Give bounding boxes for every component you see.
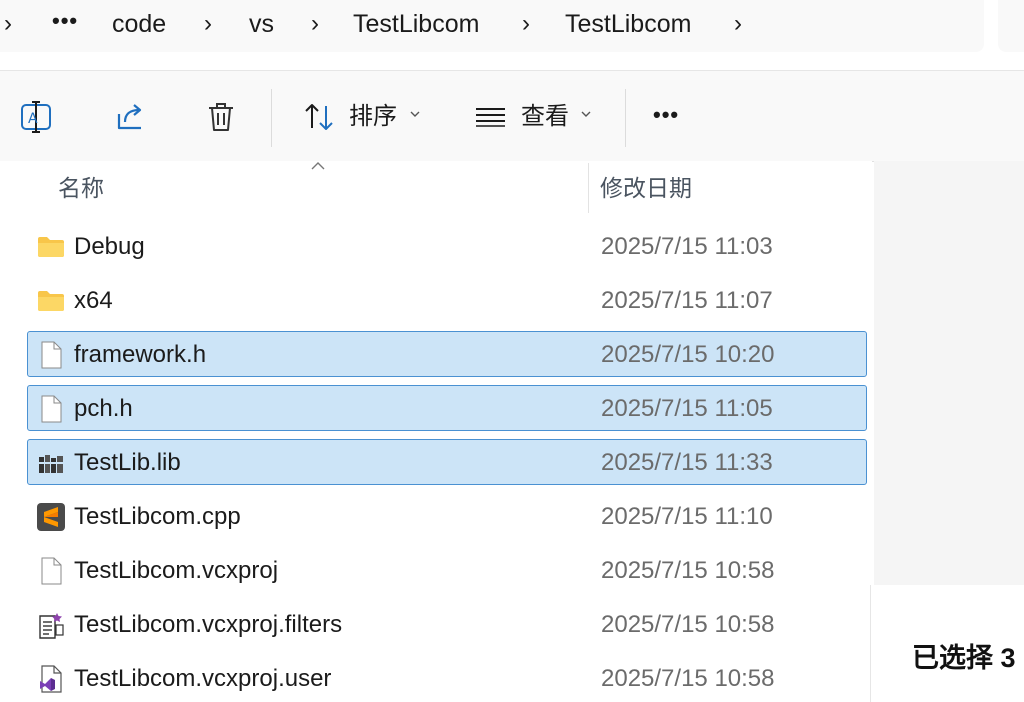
file-date: 2025/7/15 10:58 xyxy=(601,665,775,692)
chevron-down-icon[interactable] xyxy=(579,107,593,121)
sort-ascending-icon xyxy=(311,162,325,170)
library-icon xyxy=(39,455,63,473)
file-icon xyxy=(41,395,62,423)
list-item[interactable]: TestLibcom.vcxproj.user 2025/7/15 10:58 xyxy=(27,655,867,701)
file-list: 名称 修改日期 Debug 2025/7/15 11:03 x64 2025/7… xyxy=(0,161,872,702)
file-name: pch.h xyxy=(74,395,133,422)
file-date: 2025/7/15 11:10 xyxy=(601,503,773,530)
chevron-down-icon[interactable] xyxy=(408,107,422,121)
list-item[interactable]: TestLibcom.vcxproj 2025/7/15 10:58 xyxy=(27,547,867,593)
folder-icon xyxy=(38,291,64,311)
file-name: TestLibcom.vcxproj.filters xyxy=(74,611,343,638)
sort-button[interactable]: 排序 xyxy=(349,101,397,133)
more-options-button[interactable]: ••• xyxy=(653,99,679,131)
breadcrumb-item-testlibcom[interactable]: TestLibcom xyxy=(353,6,479,42)
search-box[interactable] xyxy=(998,0,1024,52)
rename-icon[interactable]: A xyxy=(18,99,54,135)
vs-user-icon xyxy=(40,665,62,693)
column-header-date-modified[interactable]: 修改日期 xyxy=(600,171,692,205)
file-name: x64 xyxy=(74,287,113,314)
file-explorer-window: › ••• code › vs › TestLibcom › TestLibco… xyxy=(0,0,1024,702)
sublime-icon xyxy=(37,503,65,531)
chevron-right-icon[interactable]: › xyxy=(4,6,12,42)
file-date: 2025/7/15 10:58 xyxy=(601,557,775,584)
sort-icon[interactable] xyxy=(301,99,337,135)
list-item[interactable]: Debug 2025/7/15 11:03 xyxy=(27,223,867,269)
file-icon xyxy=(41,341,62,369)
file-date: 2025/7/15 11:05 xyxy=(601,395,773,422)
svg-text:A: A xyxy=(28,111,38,127)
file-name: framework.h xyxy=(74,341,207,368)
share-icon[interactable] xyxy=(112,99,148,135)
column-divider[interactable] xyxy=(588,163,589,213)
file-name: Debug xyxy=(74,233,145,260)
address-bar-area: › ••• code › vs › TestLibcom › TestLibco… xyxy=(0,0,1024,70)
list-item[interactable]: TestLibcom.vcxproj.filters 2025/7/15 10:… xyxy=(27,601,867,647)
details-pane xyxy=(874,161,1024,585)
chevron-right-icon[interactable]: › xyxy=(311,6,319,42)
breadcrumb-item-code[interactable]: code xyxy=(112,6,166,42)
chevron-right-icon[interactable]: › xyxy=(734,6,742,42)
file-name: TestLibcom.vcxproj xyxy=(74,557,279,584)
list-item[interactable]: TestLibcom.cpp 2025/7/15 11:10 xyxy=(27,493,867,539)
toolbar-divider xyxy=(625,89,626,147)
breadcrumb-item-testlibcom-current[interactable]: TestLibcom xyxy=(565,6,691,42)
delete-icon[interactable] xyxy=(203,99,239,135)
command-bar: A 排序 查看 ••• xyxy=(0,70,1024,162)
folder-icon xyxy=(38,237,64,257)
filters-icon xyxy=(39,613,64,639)
view-icon[interactable] xyxy=(472,99,508,135)
toolbar-divider xyxy=(271,89,272,147)
chevron-right-icon[interactable]: › xyxy=(204,6,212,42)
file-date: 2025/7/15 11:07 xyxy=(601,287,773,314)
list-item[interactable]: x64 2025/7/15 11:07 xyxy=(27,277,867,323)
file-name: TestLibcom.cpp xyxy=(74,503,241,530)
file-date: 2025/7/15 10:20 xyxy=(601,341,775,368)
file-date: 2025/7/15 11:33 xyxy=(601,449,773,476)
breadcrumb-item-vs[interactable]: vs xyxy=(249,6,274,42)
file-name: TestLib.lib xyxy=(74,449,181,476)
file-date: 2025/7/15 11:03 xyxy=(601,233,773,260)
list-item[interactable]: pch.h 2025/7/15 11:05 xyxy=(27,385,867,431)
file-icon xyxy=(41,557,62,585)
file-date: 2025/7/15 10:58 xyxy=(601,611,775,638)
selection-status: 已选择 3 xyxy=(912,643,1016,673)
breadcrumb-overflow-button[interactable]: ••• xyxy=(52,4,78,40)
view-button[interactable]: 查看 xyxy=(521,101,569,133)
list-item[interactable]: TestLib.lib 2025/7/15 11:33 xyxy=(27,439,867,485)
list-item[interactable]: framework.h 2025/7/15 10:20 xyxy=(27,331,867,377)
chevron-right-icon[interactable]: › xyxy=(522,6,530,42)
file-name: TestLibcom.vcxproj.user xyxy=(74,665,332,692)
column-header-name[interactable]: 名称 xyxy=(58,171,104,205)
